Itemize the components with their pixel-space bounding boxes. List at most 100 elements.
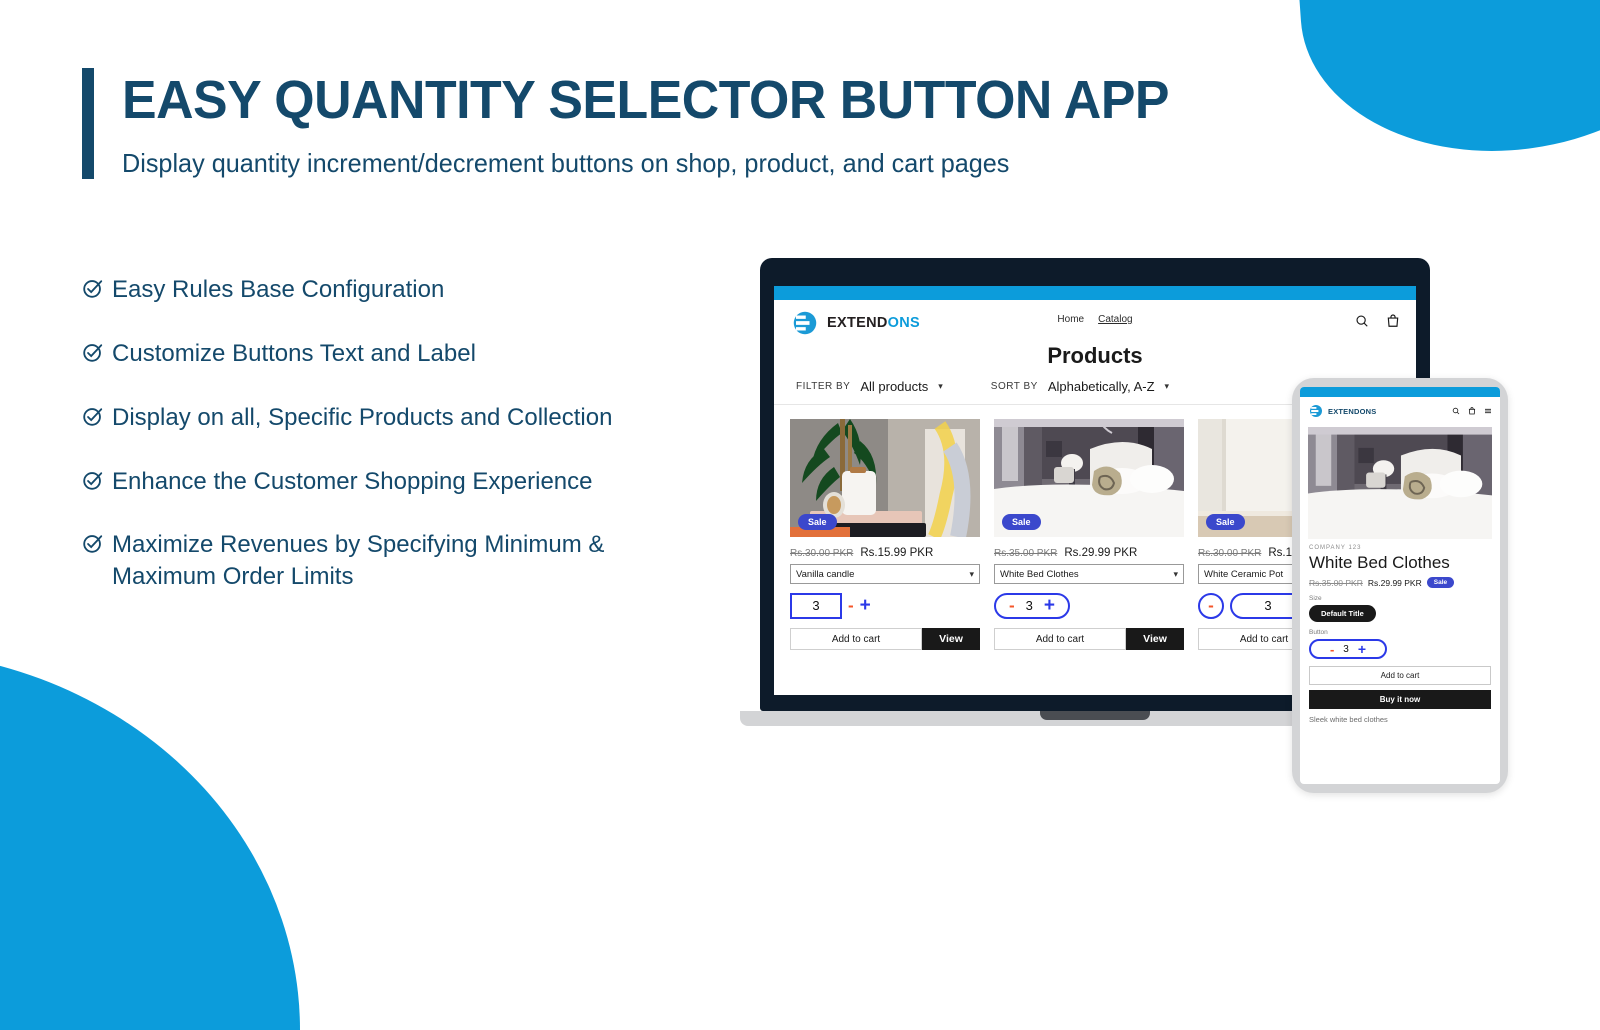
chevron-down-icon[interactable]: ▾ <box>938 381 943 392</box>
nav-item-home[interactable]: Home <box>1057 314 1084 325</box>
extendons-logo-icon <box>793 311 819 335</box>
phone-header: EXTENDONS <box>1300 397 1500 425</box>
add-to-cart-button[interactable]: Add to cart <box>1309 666 1491 685</box>
sale-badge: Sale <box>1426 577 1455 588</box>
product-card: Sale Rs.35.00 PKR Rs.29.99 PKR White Bed… <box>994 419 1184 650</box>
button-label: Button <box>1309 629 1328 636</box>
add-to-cart-button[interactable]: Add to cart <box>790 628 922 650</box>
quantity-increment-button[interactable]: + <box>1358 642 1366 656</box>
sale-badge: Sale <box>1206 514 1245 530</box>
decorative-shape-top-right <box>1290 0 1600 165</box>
header-icons <box>1355 313 1400 333</box>
feature-label: Customize Buttons Text and Label <box>112 339 476 367</box>
page-title: EASY QUANTITY SELECTOR BUTTON APP <box>122 70 1170 130</box>
store-logo[interactable]: EXTENDONS <box>790 308 920 338</box>
minus-icon: - <box>1208 596 1214 615</box>
price-original: Rs.30.00 PKR <box>1198 548 1262 559</box>
page-subtitle: Display quantity increment/decrement but… <box>122 147 1010 178</box>
check-circle-icon <box>82 405 112 432</box>
sort-by-label: SORT BY <box>990 381 1038 392</box>
card-actions: Add to cart View <box>790 628 980 650</box>
quantity-selector: 3 - + <box>790 592 980 619</box>
feature-item: Enhance the Customer Shopping Experience <box>82 466 762 498</box>
phone-header-icons <box>1452 402 1492 420</box>
header: EASY QUANTITY SELECTOR BUTTON APP Displa… <box>82 68 1213 179</box>
price-row: Rs.30.00 PKR Rs.15.99 PKR <box>790 547 980 559</box>
menu-icon[interactable] <box>1484 402 1492 420</box>
price-sale: Rs.29.99 PKR <box>1064 547 1138 559</box>
feature-label: Display on all, Specific Products and Co… <box>112 403 613 431</box>
price-sale: Rs.15.99 PKR <box>860 547 934 559</box>
extendons-logo-icon <box>1310 404 1324 418</box>
filter-by-select[interactable]: All products <box>860 379 928 394</box>
quantity-decrement-button[interactable]: - <box>1198 592 1224 619</box>
shopping-bag-icon[interactable] <box>1386 313 1400 333</box>
product-description: Sleek white bed clothes <box>1309 715 1388 724</box>
quantity-decrement-button[interactable]: - <box>1330 643 1334 656</box>
variant-select[interactable]: White Bed Clothes ▾ <box>994 564 1184 584</box>
product-image-candle[interactable]: Sale <box>790 419 980 537</box>
variant-value: Vanilla candle <box>796 568 855 580</box>
variant-value: White Bed Clothes <box>1000 568 1079 580</box>
nav-item-catalog[interactable]: Catalog <box>1098 314 1132 325</box>
chevron-down-icon[interactable]: ▾ <box>1165 381 1170 392</box>
price-original: Rs.35.00 PKR <box>994 548 1058 559</box>
variant-value: White Ceramic Pot <box>1204 568 1284 580</box>
add-to-cart-button[interactable]: Add to cart <box>994 628 1126 650</box>
product-price-row: Rs.35.00 PKR Rs.29.99 PKR Sale <box>1309 577 1491 588</box>
size-option-default-title[interactable]: Default Title <box>1309 605 1376 622</box>
laptop-trackpad-notch <box>1040 711 1150 720</box>
feature-label: Easy Rules Base Configuration <box>112 276 445 303</box>
feature-label: Enhance the Customer Shopping Experience <box>112 467 593 495</box>
quantity-input[interactable]: 3 <box>1343 644 1349 655</box>
quantity-increment-button[interactable]: + <box>860 596 871 615</box>
device-mockups: EXTENDONS Home Catalog Products FILTER B… <box>680 250 1560 810</box>
quantity-decrement-button[interactable]: - <box>848 597 854 614</box>
shop-header: EXTENDONS Home Catalog <box>774 300 1416 340</box>
search-icon[interactable] <box>1355 314 1369 333</box>
quantity-input[interactable]: 3 <box>1026 598 1033 613</box>
feature-label: Maximize Revenues by Specifying Minimum … <box>112 531 605 591</box>
quantity-pill: - 3 + <box>994 592 1071 619</box>
filter-by-label: FILTER BY <box>796 381 851 392</box>
chevron-down-icon: ▾ <box>969 568 974 579</box>
product-title: White Bed Clothes <box>1309 553 1450 572</box>
product-vendor: COMPANY 123 <box>1309 545 1362 551</box>
phone-screen: EXTENDONS COMPANY 123 White Bed Clothes … <box>1300 387 1500 784</box>
collection-title: Products <box>1047 343 1143 368</box>
price-row: Rs.35.00 PKR Rs.29.99 PKR <box>994 547 1184 559</box>
buy-it-now-button[interactable]: Buy it now <box>1309 690 1491 709</box>
product-card: Sale Rs.30.00 PKR Rs.15.99 PKR Vanilla c… <box>790 419 980 650</box>
feature-item: Customize Buttons Text and Label <box>82 338 762 370</box>
shopping-bag-icon[interactable] <box>1468 402 1476 420</box>
quantity-input[interactable]: 3 <box>790 592 842 619</box>
check-circle-icon <box>82 532 112 559</box>
sort-by-select[interactable]: Alphabetically, A-Z <box>1048 379 1155 394</box>
announcement-bar <box>774 286 1416 300</box>
quantity-selector: - 3 + <box>994 592 1184 619</box>
size-label: Size <box>1309 595 1322 602</box>
price-original: Rs.30.00 PKR <box>790 548 854 559</box>
phone-product-image[interactable] <box>1308 427 1492 539</box>
search-icon[interactable] <box>1452 402 1460 420</box>
phone-announcement-bar <box>1300 387 1500 397</box>
header-accent-bar <box>82 68 94 179</box>
variant-select[interactable]: Vanilla candle ▾ <box>790 564 980 584</box>
quantity-selector: - 3 + <box>1309 639 1387 659</box>
price-sale: Rs.29.99 PKR <box>1367 577 1422 588</box>
phone-logo-text: EXTENDONS <box>1328 406 1377 416</box>
quantity-increment-button[interactable]: + <box>1044 596 1055 615</box>
view-button[interactable]: View <box>922 628 980 650</box>
check-circle-icon <box>82 277 112 304</box>
view-button[interactable]: View <box>1126 628 1184 650</box>
phone-product-details: COMPANY 123 White Bed Clothes Rs.35.00 P… <box>1300 539 1500 724</box>
product-image-bed[interactable]: Sale <box>994 419 1184 537</box>
chevron-down-icon: ▾ <box>1173 568 1178 579</box>
feature-list: Easy Rules Base Configuration Customize … <box>82 274 762 593</box>
feature-item: Maximize Revenues by Specifying Minimum … <box>82 529 762 593</box>
phone-mockup: EXTENDONS COMPANY 123 White Bed Clothes … <box>1292 378 1508 793</box>
sale-badge: Sale <box>798 514 837 530</box>
decorative-shape-bottom-left <box>0 650 300 1030</box>
check-circle-icon <box>82 469 112 496</box>
quantity-decrement-button[interactable]: - <box>1009 597 1015 614</box>
